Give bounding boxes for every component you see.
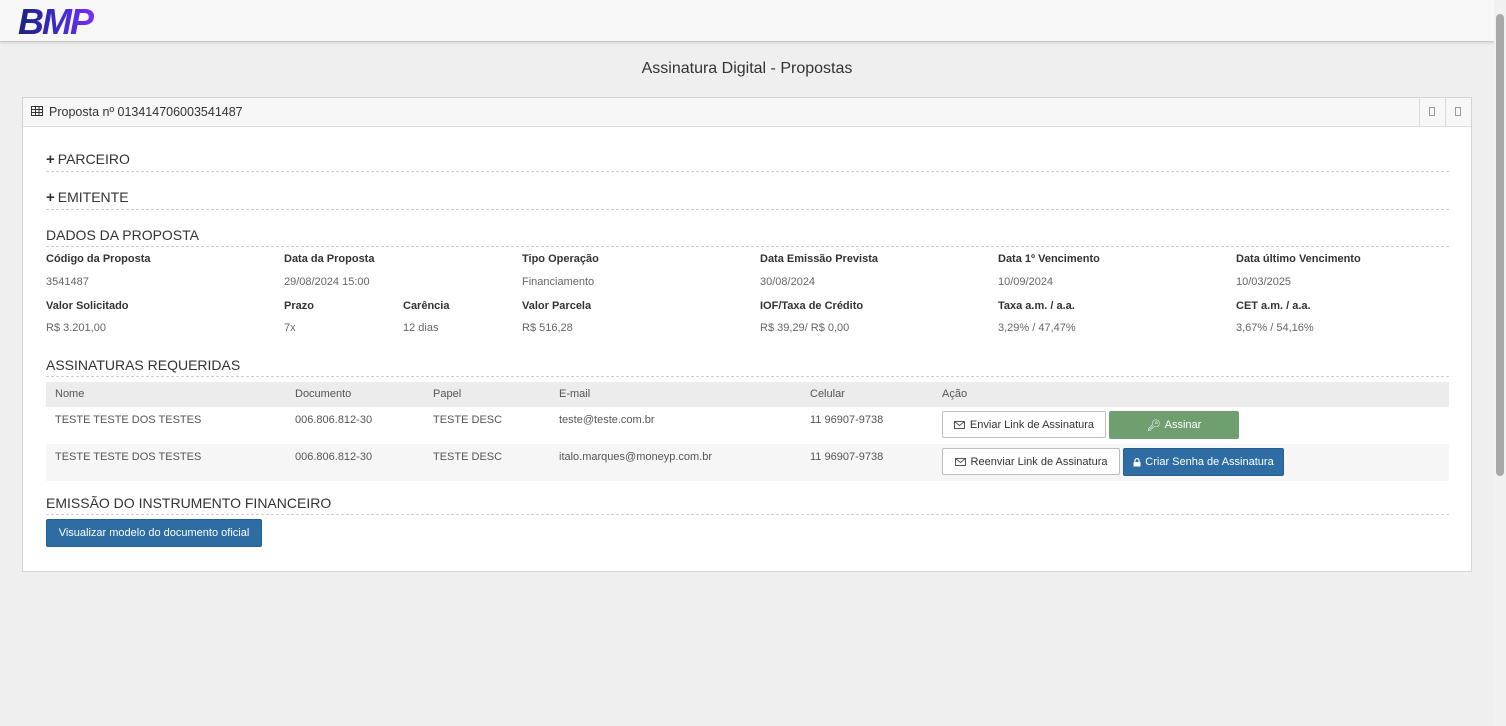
section-assinaturas: ASSINATURAS REQUERIDAS (46, 357, 1449, 377)
codigo-value: 3541487 (46, 276, 89, 288)
valor-solicitado-value: R$ 3.201,00 (46, 322, 106, 334)
iof-label: IOF/Taxa de Crédito (760, 300, 864, 312)
enviar-link-label: Enviar Link de Assinatura (969, 418, 1095, 431)
cell-papel: TESTE DESC (433, 414, 503, 426)
cell-celular: 11 96907-9738 (810, 451, 884, 463)
lock-icon (1133, 457, 1141, 466)
tipo-operacao-value: Financiamento (522, 276, 595, 288)
data-emissao-value: 30/08/2024 (760, 276, 816, 288)
bmp-logo[interactable]: BMP (18, 3, 110, 39)
prazo-value: 7x (284, 322, 296, 334)
cet-label: CET a.m. / a.a. (1236, 300, 1311, 312)
cell-documento: 006.806.812-30 (295, 451, 373, 463)
visualizar-modelo-label: Visualizar modelo do documento oficial (58, 527, 250, 539)
col-nome: Nome (55, 388, 85, 400)
prazo-label: Prazo (284, 300, 314, 312)
taxa-value: 3,29% / 47,47% (998, 322, 1076, 334)
table-header-row: Nome Documento Papel E-mail Celular Ação (46, 382, 1449, 408)
col-celular: Celular (810, 388, 845, 400)
assinar-button[interactable]: 🔑︎ Assinar (1109, 411, 1239, 439)
cell-papel: TESTE DESC (433, 451, 503, 463)
signatures-table: Nome Documento Papel E-mail Celular Ação… (46, 382, 1449, 482)
key-icon: 🔑︎ (1146, 419, 1161, 432)
scrollbar-thumb[interactable] (1496, 14, 1504, 476)
expand-icon (1455, 107, 1461, 116)
col-email: E-mail (559, 388, 591, 400)
criar-senha-button[interactable]: Criar Senha de Assinatura (1123, 448, 1284, 476)
data-proposta-value: 29/08/2024 15:00 (284, 276, 370, 288)
cet-value: 3,67% / 54,16% (1236, 322, 1314, 334)
cell-documento: 006.806.812-30 (295, 414, 373, 426)
section-emissao: EMISSÃO DO INSTRUMENTO FINANCEIRO (46, 495, 1449, 515)
plus-icon: + (46, 151, 55, 168)
section-parceiro[interactable]: + PARCEIRO (46, 151, 1449, 172)
codigo-label: Código da Proposta (46, 253, 151, 265)
collapse-icon (1429, 107, 1435, 116)
data-ultimo-vencimento-label: Data último Vencimento (1236, 253, 1361, 265)
col-documento: Documento (295, 388, 352, 400)
reenviar-link-label: Reenviar Link de Assinatura (970, 455, 1108, 468)
cell-nome: TESTE TESTE DOS TESTES (55, 451, 202, 463)
section-dados-proposta: DADOS DA PROPOSTA (46, 227, 1449, 247)
panel-header: Proposta nº 013414706003541487 (23, 98, 1471, 127)
data-emissao-label: Data Emissão Prevista (760, 253, 879, 265)
section-emitente[interactable]: + EMITENTE (46, 189, 1449, 210)
table-row: TESTE TESTE DOS TESTES 006.806.812-30 TE… (46, 407, 1449, 445)
reenviar-link-button[interactable]: Reenviar Link de Assinatura (942, 448, 1120, 475)
plus-icon: + (46, 189, 55, 206)
cell-email: italo.marques@moneyp.com.br (559, 451, 713, 463)
assinar-label: Assinar (1164, 419, 1202, 431)
cell-email: teste@teste.com.br (559, 414, 655, 426)
enviar-link-button[interactable]: Enviar Link de Assinatura (942, 411, 1106, 438)
top-navbar: BMP (0, 0, 1494, 42)
data-proposta-label: Data da Proposta (284, 253, 375, 265)
panel-collapse-button[interactable] (1419, 98, 1445, 126)
section-emitente-label: EMITENTE (57, 189, 129, 205)
criar-senha-label: Criar Senha de Assinatura (1145, 456, 1274, 468)
valor-solicitado-label: Valor Solicitado (46, 300, 129, 312)
col-acao: Ação (942, 388, 968, 400)
section-parceiro-label: PARCEIRO (57, 151, 130, 167)
svg-text:BMP: BMP (18, 3, 95, 39)
table-icon (31, 106, 43, 116)
table-row: TESTE TESTE DOS TESTES 006.806.812-30 TE… (46, 444, 1449, 481)
proposal-panel: Proposta nº 013414706003541487 + PARCEIRO… (22, 97, 1472, 572)
tipo-operacao-label: Tipo Operação (522, 253, 599, 265)
data-vencimento1-label: Data 1º Vencimento (998, 253, 1100, 265)
taxa-label: Taxa a.m. / a.a. (998, 300, 1075, 312)
envelope-icon (954, 457, 966, 466)
carencia-label: Carência (403, 300, 450, 312)
valor-parcela-label: Valor Parcela (522, 300, 592, 312)
page-title: Assinatura Digital - Propostas (641, 60, 853, 77)
panel-title: Proposta nº 013414706003541487 (49, 105, 243, 119)
cell-celular: 11 96907-9738 (810, 414, 884, 426)
valor-parcela-value: R$ 516,28 (522, 322, 573, 334)
iof-value: R$ 39,29/ R$ 0,00 (760, 322, 850, 334)
visualizar-modelo-button[interactable]: Visualizar modelo do documento oficial (46, 519, 262, 547)
data-ultimo-vencimento-value: 10/03/2025 (1236, 276, 1292, 288)
data-vencimento1-value: 10/09/2024 (998, 276, 1054, 288)
envelope-icon (953, 420, 965, 429)
panel-expand-button[interactable] (1445, 98, 1471, 126)
col-papel: Papel (433, 388, 462, 400)
carencia-value: 12 dias (403, 322, 439, 334)
cell-nome: TESTE TESTE DOS TESTES (55, 414, 202, 426)
page-scrollbar[interactable] (1494, 0, 1506, 726)
